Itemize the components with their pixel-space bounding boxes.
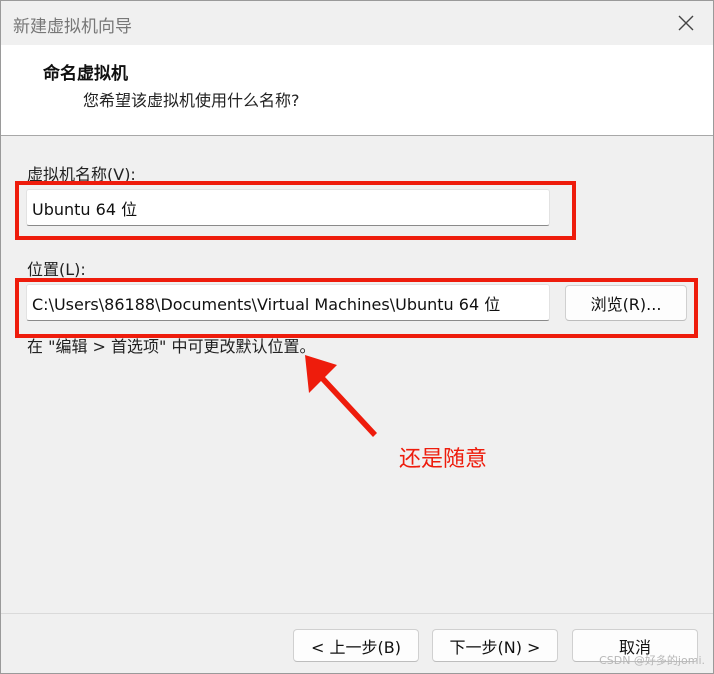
wizard-header: 命名虚拟机 您希望该虚拟机使用什么名称? xyxy=(1,45,713,136)
close-button[interactable] xyxy=(659,1,713,45)
annotation-arrow-icon xyxy=(305,355,377,437)
page-title: 命名虚拟机 xyxy=(43,64,128,84)
watermark: CSDN @好多的jomi. xyxy=(599,654,705,667)
close-icon xyxy=(678,15,694,31)
page-subtitle: 您希望该虚拟机使用什么名称? xyxy=(83,91,300,110)
window-title: 新建虚拟机向导 xyxy=(13,17,132,37)
location-highlight-box xyxy=(15,278,698,338)
location-label: 位置(L): xyxy=(27,260,86,279)
back-button[interactable]: < 上一步(B) xyxy=(293,629,419,662)
name-highlight-box xyxy=(15,181,576,240)
title-bar: 新建虚拟机向导 xyxy=(1,1,713,45)
annotation-text: 还是随意 xyxy=(399,447,488,472)
new-vm-wizard-window: 新建虚拟机向导 命名虚拟机 您希望该虚拟机使用什么名称? 虚拟机名称(V): U… xyxy=(0,0,714,674)
default-location-hint: 在 "编辑 > 首选项" 中可更改默认位置。 xyxy=(27,337,316,356)
next-button[interactable]: 下一步(N) > xyxy=(432,629,558,662)
footer-divider xyxy=(1,613,713,614)
